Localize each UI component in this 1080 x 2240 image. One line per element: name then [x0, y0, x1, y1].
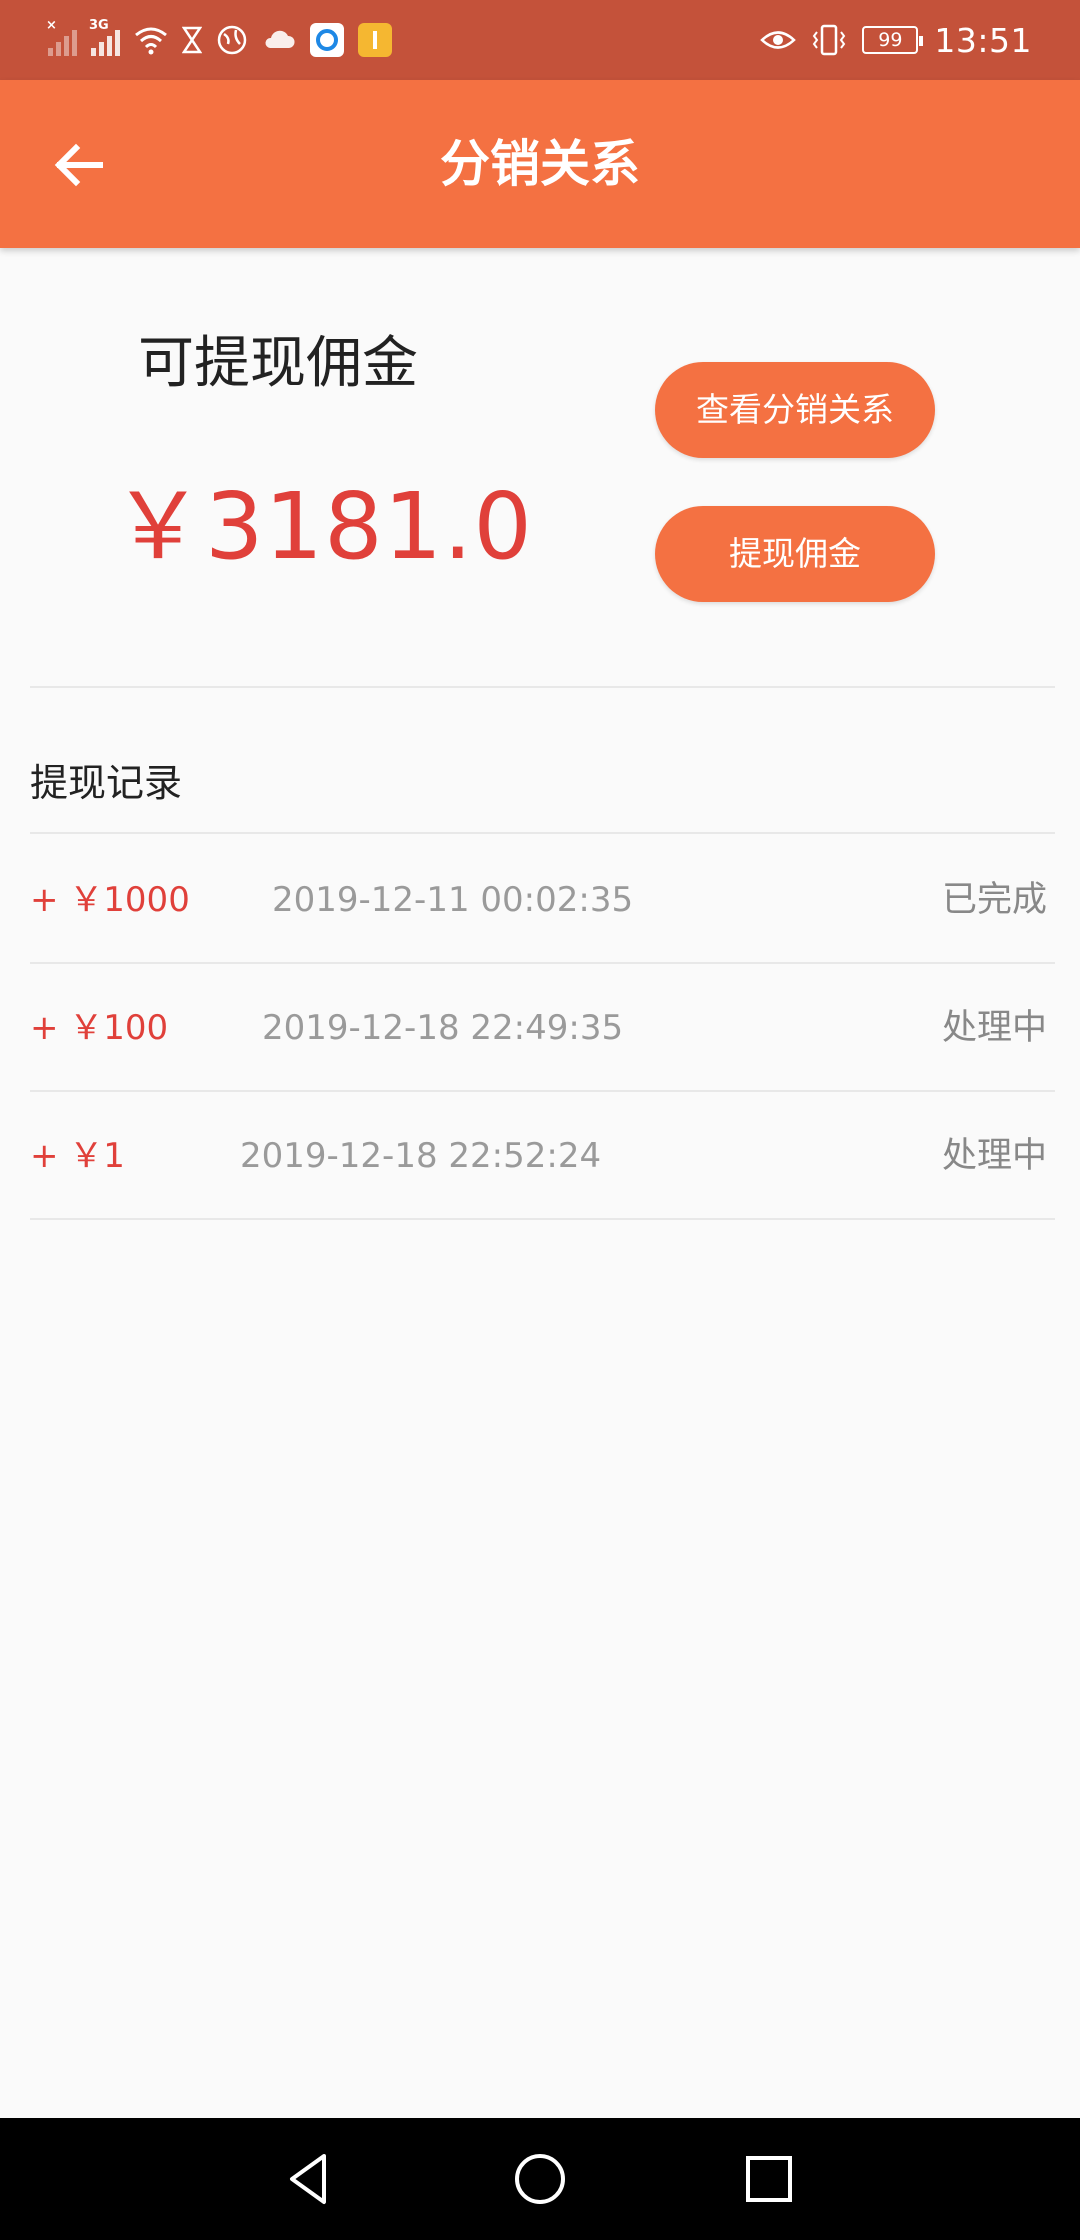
nav-back-icon[interactable] — [276, 2146, 342, 2212]
globe-icon — [217, 25, 247, 55]
withdraw-button[interactable]: 提现佣金 — [655, 506, 935, 602]
record-status: 处理中 — [941, 1136, 1047, 1176]
signal-no-sim-icon: × — [46, 18, 77, 56]
record-amount: + ￥100 — [30, 1008, 169, 1048]
record-status: 已完成 — [941, 880, 1047, 920]
records-title: 提现记录 — [30, 761, 183, 805]
commission-amount: ￥3181.0 — [112, 473, 533, 580]
system-nav-bar — [0, 2118, 1080, 2240]
status-bar-right: 99 13:51 — [760, 18, 1032, 62]
list-item: + ￥100 2019-12-18 22:49:35 处理中 — [30, 964, 1055, 1092]
record-amount: + ￥1000 — [30, 880, 190, 920]
nav-recents-icon[interactable] — [736, 2146, 802, 2212]
eye-comfort-icon — [760, 31, 797, 49]
row-divider — [30, 832, 1055, 834]
record-time: 2019-12-11 00:02:35 — [272, 880, 634, 920]
section-divider — [30, 686, 1055, 688]
page-title: 分销关系 — [440, 135, 640, 193]
record-time: 2019-12-18 22:52:24 — [240, 1136, 602, 1176]
wifi-icon — [135, 27, 167, 55]
app-bar: 分销关系 — [0, 80, 1080, 248]
list-item: + ￥1 2019-12-18 22:52:24 处理中 — [30, 1092, 1055, 1220]
list-item: + ￥1000 2019-12-11 00:02:35 已完成 — [30, 836, 1055, 964]
nav-home-icon[interactable] — [507, 2146, 573, 2212]
cloud-icon — [265, 30, 295, 48]
vibrate-icon — [813, 24, 846, 56]
record-status: 处理中 — [941, 1008, 1047, 1048]
app-notification-icon — [358, 23, 392, 57]
view-relations-button[interactable]: 查看分销关系 — [655, 362, 935, 458]
status-bar-left: × 3G — [46, 18, 392, 62]
hourglass-icon — [182, 26, 202, 54]
signal-3g-icon: 3G — [89, 18, 120, 56]
status-time: 13:51 — [934, 20, 1032, 60]
row-divider — [30, 1218, 1055, 1220]
app-notification-icon — [310, 23, 344, 57]
commission-label: 可提现佣金 — [138, 331, 418, 396]
status-bar: × 3G 99 13:51 — [0, 0, 1080, 80]
record-amount: + ￥1 — [30, 1136, 125, 1176]
battery-icon: 99 — [862, 26, 924, 54]
record-time: 2019-12-18 22:49:35 — [262, 1008, 624, 1048]
